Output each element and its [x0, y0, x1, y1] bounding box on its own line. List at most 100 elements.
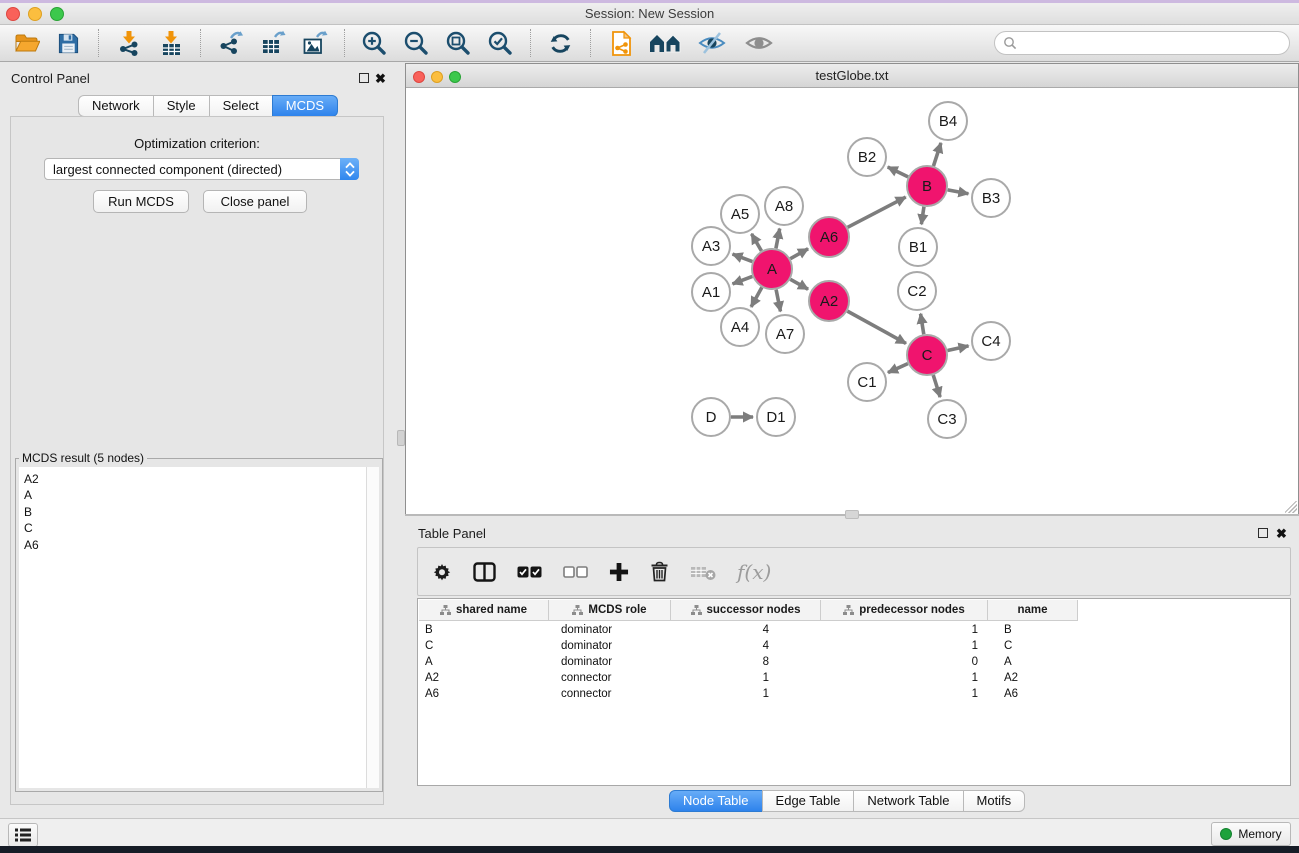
edge-A-A2[interactable]	[790, 279, 808, 289]
cell[interactable]: 1	[821, 688, 988, 700]
cell[interactable]: 8	[671, 656, 821, 668]
hide-selected-button[interactable]	[693, 28, 731, 59]
cell[interactable]: C	[988, 640, 1078, 652]
search-field[interactable]	[994, 31, 1290, 55]
network-window-titlebar[interactable]: testGlobe.txt	[406, 64, 1298, 88]
tab-edge-table[interactable]: Edge Table	[762, 790, 855, 812]
cell[interactable]: dominator	[549, 624, 671, 636]
cell[interactable]: dominator	[549, 640, 671, 652]
cell[interactable]: 1	[821, 672, 988, 684]
select-all-rows-button[interactable]	[517, 565, 542, 579]
vertical-split-handle[interactable]	[397, 430, 405, 446]
edge-A-A5[interactable]	[752, 234, 762, 251]
import-table-button[interactable]	[154, 28, 187, 59]
node-d1[interactable]: D1	[757, 398, 795, 436]
cell[interactable]: A2	[988, 672, 1078, 684]
result-item-a6[interactable]: A6	[24, 537, 379, 553]
zoom-fit-button[interactable]	[442, 28, 475, 59]
table-panel-close-button[interactable]: ✖	[1276, 528, 1287, 540]
edge-B-B4[interactable]	[933, 143, 940, 166]
open-session-button[interactable]	[10, 28, 43, 59]
edge-C-C2[interactable]	[921, 314, 924, 335]
edge-C-C1[interactable]	[888, 364, 908, 373]
search-input[interactable]	[1022, 33, 1289, 53]
node-a1[interactable]: A1	[692, 273, 730, 311]
node-c1[interactable]: C1	[848, 363, 886, 401]
result-item-b[interactable]: B	[24, 504, 379, 520]
close-panel-button[interactable]: Close panel	[203, 190, 307, 213]
edge-A-A8[interactable]	[776, 229, 780, 249]
edge-A-A6[interactable]	[790, 249, 808, 259]
result-item-a2[interactable]: A2	[24, 471, 379, 487]
table-panel-float-button[interactable]	[1258, 528, 1268, 538]
control-panel-float-button[interactable]	[359, 73, 369, 83]
mcds-result-list[interactable]: A2ABCA6	[19, 467, 379, 788]
tab-style[interactable]: Style	[153, 95, 210, 117]
cell[interactable]: connector	[549, 688, 671, 700]
node-a2[interactable]: A2	[809, 281, 849, 321]
tab-select[interactable]: Select	[209, 95, 273, 117]
column-header-predecessor-nodes[interactable]: predecessor nodes	[821, 600, 988, 620]
edge-A-A7[interactable]	[776, 290, 780, 312]
deselect-all-rows-button[interactable]	[563, 565, 588, 579]
result-item-a[interactable]: A	[24, 487, 379, 503]
edge-B-B1[interactable]	[921, 207, 924, 224]
edge-A2-C[interactable]	[847, 311, 906, 343]
tab-network[interactable]: Network	[78, 95, 154, 117]
tab-node-table[interactable]: Node Table	[669, 790, 763, 812]
edge-A-A3[interactable]	[733, 254, 753, 261]
tab-motifs[interactable]: Motifs	[963, 790, 1026, 812]
table-row-b[interactable]: Bdominator41B	[419, 622, 1289, 638]
result-list-scrollbar[interactable]	[366, 467, 379, 788]
run-mcds-button[interactable]: Run MCDS	[93, 190, 189, 213]
cell[interactable]: 0	[821, 656, 988, 668]
node-c2[interactable]: C2	[898, 272, 936, 310]
zoom-selected-button[interactable]	[484, 28, 517, 59]
node-a6[interactable]: A6	[809, 217, 849, 257]
column-header-mcds-role[interactable]: MCDS role	[549, 600, 671, 620]
cell[interactable]: 1	[821, 624, 988, 636]
delete-table-button[interactable]	[690, 563, 716, 581]
zoom-out-button[interactable]	[400, 28, 433, 59]
zoom-in-button[interactable]	[358, 28, 391, 59]
node-d[interactable]: D	[692, 398, 730, 436]
cell[interactable]: B	[988, 624, 1078, 636]
optimization-criterion-select[interactable]: largest connected component (directed)	[44, 158, 359, 180]
edge-C-C4[interactable]	[948, 346, 969, 351]
table-row-c[interactable]: Cdominator41C	[419, 638, 1289, 654]
show-all-hidden-button[interactable]	[740, 28, 778, 59]
control-panel-close-button[interactable]: ✖	[375, 73, 386, 85]
export-image-button[interactable]	[298, 28, 331, 59]
edge-A-A4[interactable]	[751, 287, 762, 306]
node-b2[interactable]: B2	[848, 138, 886, 176]
horizontal-split-handle[interactable]	[845, 510, 859, 519]
cell[interactable]: A6	[988, 688, 1078, 700]
table-row-a2[interactable]: A2connector11A2	[419, 670, 1289, 686]
window-resize-grip[interactable]	[1285, 501, 1297, 513]
node-a4[interactable]: A4	[721, 308, 759, 346]
column-chooser-button[interactable]	[473, 562, 496, 582]
edge-A-A1[interactable]	[733, 276, 753, 283]
node-b4[interactable]: B4	[929, 102, 967, 140]
node-c[interactable]: C	[907, 335, 947, 375]
node-a3[interactable]: A3	[692, 227, 730, 265]
node-a7[interactable]: A7	[766, 315, 804, 353]
column-header-successor-nodes[interactable]: successor nodes	[671, 600, 821, 620]
cell[interactable]: 4	[671, 640, 821, 652]
edge-B-B3[interactable]	[948, 190, 969, 194]
first-neighbors-button[interactable]	[646, 28, 684, 59]
node-c4[interactable]: C4	[972, 322, 1010, 360]
edge-B-B2[interactable]	[888, 167, 908, 177]
edge-A6-B[interactable]	[848, 197, 906, 227]
tab-mcds[interactable]: MCDS	[272, 95, 338, 117]
app-titlebar[interactable]: Session: New Session	[0, 3, 1299, 25]
cell[interactable]: A	[988, 656, 1078, 668]
result-item-c[interactable]: C	[24, 520, 379, 536]
cell[interactable]: 1	[671, 688, 821, 700]
edge-C-C3[interactable]	[933, 375, 940, 397]
cell[interactable]: 1	[821, 640, 988, 652]
cell[interactable]: A2	[419, 672, 549, 684]
network-canvas[interactable]: B4B2BB3A8A5A6A3B1AA1C2A2A4A7C4CC1DD1C3	[406, 89, 1298, 514]
node-b1[interactable]: B1	[899, 228, 937, 266]
column-header-name[interactable]: name	[988, 600, 1078, 620]
